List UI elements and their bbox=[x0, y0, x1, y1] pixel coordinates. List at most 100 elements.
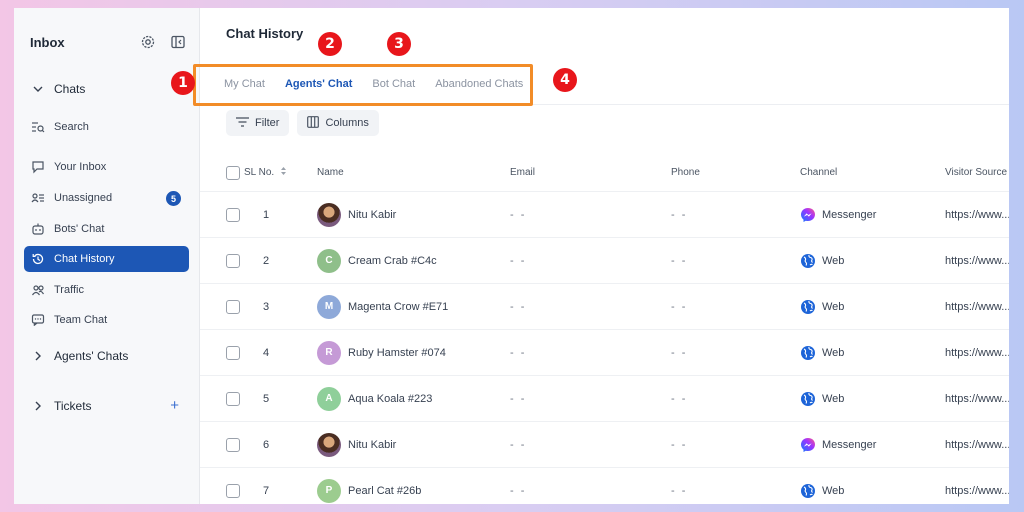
row-name-cell: M Magenta Crow #E71 bbox=[317, 284, 448, 329]
sidebar-item-unassigned[interactable]: Unassigned 5 bbox=[24, 185, 189, 211]
sidebar-item-bots-chat[interactable]: Bots' Chat bbox=[24, 216, 189, 242]
app-window: Inbox Chats Search Your Inbox Unassigned… bbox=[14, 8, 1009, 504]
row-channel: Web bbox=[800, 330, 844, 375]
row-visitor-source[interactable]: https://www... bbox=[945, 376, 1009, 421]
row-email: - - bbox=[510, 208, 527, 221]
sidebar-item-traffic[interactable]: Traffic bbox=[24, 277, 189, 303]
table-row[interactable]: 6 Nitu Kabir - - - - Messenger https://www... bbox=[200, 422, 1009, 468]
sidebar-item-label: Your Inbox bbox=[54, 161, 107, 173]
table-row[interactable]: 7 P Pearl Cat #26b - - - - Web https://www... bbox=[200, 468, 1009, 504]
row-channel: Web bbox=[800, 238, 844, 283]
contact-name[interactable]: Magenta Crow #E71 bbox=[348, 301, 448, 313]
row-channel: Web bbox=[800, 468, 844, 504]
contact-name[interactable]: Nitu Kabir bbox=[348, 439, 396, 451]
row-sl-no: 7 bbox=[263, 484, 270, 497]
row-name-cell: A Aqua Koala #223 bbox=[317, 376, 432, 421]
sidebar-item-label: Tickets bbox=[54, 399, 92, 413]
row-checkbox[interactable] bbox=[226, 345, 240, 360]
sidebar-item-tickets[interactable]: Tickets + bbox=[24, 393, 189, 419]
row-checkbox[interactable] bbox=[226, 483, 240, 498]
row-channel: Messenger bbox=[800, 422, 876, 467]
chat-bubble-icon bbox=[30, 159, 46, 175]
table-row[interactable]: 5 A Aqua Koala #223 - - - - Web https://www... bbox=[200, 376, 1009, 422]
contact-name[interactable]: Aqua Koala #223 bbox=[348, 393, 432, 405]
sidebar-header: Inbox bbox=[30, 34, 190, 52]
globe-icon bbox=[800, 345, 816, 361]
search-list-icon bbox=[30, 119, 46, 135]
avatar: R bbox=[317, 340, 341, 365]
table-row[interactable]: 2 C Cream Crab #C4c - - - - Web https://www... bbox=[200, 238, 1009, 284]
annotation-marker: 3 bbox=[387, 32, 411, 56]
channel-label: Web bbox=[822, 254, 845, 267]
channel-label: Web bbox=[822, 346, 845, 359]
robot-icon bbox=[30, 221, 46, 237]
table-header: SL No. Name Email Phone Channel Visitor … bbox=[200, 154, 1009, 192]
sidebar-item-chat-history[interactable]: Chat History bbox=[24, 246, 189, 272]
row-visitor-source[interactable]: https://www... bbox=[945, 422, 1009, 467]
row-checkbox[interactable] bbox=[226, 299, 240, 314]
add-ticket-plus-icon[interactable]: + bbox=[170, 397, 179, 414]
row-sl-no: 1 bbox=[263, 208, 270, 221]
row-sl-no: 6 bbox=[263, 438, 270, 451]
unassigned-count-badge: 5 bbox=[166, 191, 181, 206]
annotation-marker: 4 bbox=[553, 68, 577, 92]
table-row[interactable]: 4 R Ruby Hamster #074 - - - - Web https://www.… bbox=[200, 330, 1009, 376]
table-row[interactable]: 1 Nitu Kabir - - - - Messenger https://www... bbox=[200, 192, 1009, 238]
tab-agents-chat[interactable]: Agents' Chat bbox=[275, 78, 362, 90]
row-visitor-source[interactable]: https://www... bbox=[945, 284, 1009, 329]
header-channel: Channel bbox=[800, 167, 838, 178]
tab-abandoned-chats[interactable]: Abandoned Chats bbox=[425, 78, 533, 90]
row-name-cell: R Ruby Hamster #074 bbox=[317, 330, 446, 375]
chevron-down-icon bbox=[30, 81, 46, 97]
messenger-icon bbox=[800, 207, 816, 223]
table-row[interactable]: 3 M Magenta Crow #E71 - - - - Web https://www.… bbox=[200, 284, 1009, 330]
avatar-photo bbox=[317, 432, 341, 457]
row-visitor-source[interactable]: https://www... bbox=[945, 330, 1009, 375]
select-all-checkbox[interactable] bbox=[226, 165, 240, 180]
sidebar-item-label: Unassigned bbox=[54, 192, 113, 204]
row-checkbox[interactable] bbox=[226, 253, 240, 268]
contact-name[interactable]: Pearl Cat #26b bbox=[348, 485, 421, 497]
row-email: - - bbox=[510, 484, 527, 497]
row-channel: Web bbox=[800, 376, 844, 421]
row-visitor-source[interactable]: https://www... bbox=[945, 468, 1009, 504]
filter-button[interactable]: Filter bbox=[226, 110, 290, 136]
sidebar-item-team-chat[interactable]: Team Chat bbox=[24, 307, 189, 333]
sidebar-item-search[interactable]: Search bbox=[24, 114, 189, 140]
row-checkbox[interactable] bbox=[226, 391, 240, 406]
row-checkbox[interactable] bbox=[226, 437, 240, 452]
columns-icon bbox=[307, 115, 320, 131]
history-icon bbox=[30, 251, 46, 267]
header-name: Name bbox=[317, 167, 344, 178]
contact-name[interactable]: Ruby Hamster #074 bbox=[348, 347, 446, 359]
globe-icon bbox=[800, 391, 816, 407]
sidebar-item-label: Chat History bbox=[54, 253, 115, 265]
contact-name[interactable]: Nitu Kabir bbox=[348, 209, 396, 221]
user-list-icon bbox=[30, 190, 46, 206]
settings-gear-icon[interactable] bbox=[140, 34, 156, 50]
table-toolbar: Filter Columns bbox=[226, 110, 379, 136]
row-checkbox[interactable] bbox=[226, 207, 240, 222]
header-email: Email bbox=[510, 167, 536, 178]
annotation-marker: 1 bbox=[171, 71, 195, 95]
row-sl-no: 3 bbox=[263, 300, 270, 313]
channel-label: Web bbox=[822, 484, 845, 497]
sidebar-item-agents-chats[interactable]: Agents' Chats bbox=[24, 343, 189, 369]
row-sl-no: 2 bbox=[263, 254, 270, 267]
contact-name[interactable]: Cream Crab #C4c bbox=[348, 255, 437, 267]
row-name-cell: C Cream Crab #C4c bbox=[317, 238, 437, 283]
channel-label: Web bbox=[822, 300, 845, 313]
columns-button[interactable]: Columns bbox=[297, 110, 379, 136]
tab-my-chat[interactable]: My Chat bbox=[214, 78, 275, 90]
sidebar-item-your-inbox[interactable]: Your Inbox bbox=[24, 154, 189, 180]
tab-bot-chat[interactable]: Bot Chat bbox=[362, 78, 425, 90]
channel-label: Web bbox=[822, 392, 845, 405]
collapse-sidebar-icon[interactable] bbox=[170, 34, 186, 50]
team-chat-icon bbox=[30, 312, 46, 328]
row-email: - - bbox=[510, 392, 527, 405]
sort-icon[interactable] bbox=[280, 166, 287, 179]
header-sl-no[interactable]: SL No. bbox=[244, 154, 287, 191]
sidebar-item-chats[interactable]: Chats bbox=[24, 76, 189, 102]
row-visitor-source[interactable]: https://www... bbox=[945, 192, 1009, 237]
row-visitor-source[interactable]: https://www... bbox=[945, 238, 1009, 283]
